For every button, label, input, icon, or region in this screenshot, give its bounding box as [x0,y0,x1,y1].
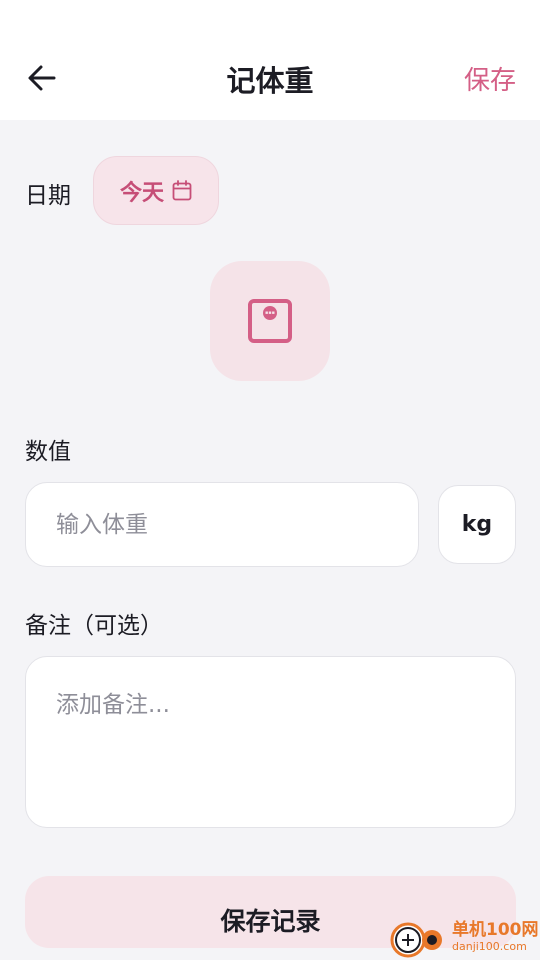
unit-selector[interactable]: kg [438,485,516,564]
scale-icon-tile [210,261,330,381]
save-record-label: 保存记录 [220,907,321,936]
weight-label: 数值 [25,439,71,465]
date-label: 日期 [25,183,71,209]
date-picker-chip[interactable]: 今天 [93,156,219,225]
unit-label: kg [461,512,493,537]
scale-icon [248,299,292,343]
note-label: 备注（可选） [25,613,163,639]
save-button[interactable]: 保存 [464,60,516,97]
weight-input[interactable] [25,482,419,567]
page-title: 记体重 [226,64,314,98]
note-textarea[interactable] [25,656,516,828]
watermark-domain: danji100.com [452,940,527,953]
watermark-logo-icon [390,922,442,958]
calendar-icon [172,179,192,200]
date-value: 今天 [119,180,164,206]
watermark-brand: 单机100网 [452,920,539,940]
top-bar: 记体重 保存 [0,0,540,120]
watermark: 单机100网 danji100.com [388,914,540,960]
